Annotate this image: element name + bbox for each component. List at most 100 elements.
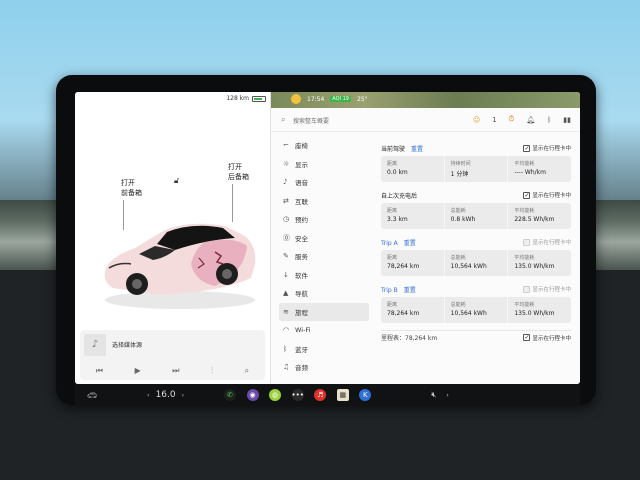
menu-item-4[interactable]: ◷ 预约	[279, 210, 369, 229]
calendar-icon[interactable]: ▦	[336, 389, 349, 401]
menu-item-label: 互联	[295, 197, 308, 206]
wrench-icon: ✎	[283, 252, 289, 261]
stat-cell: 距离 3.3 km	[381, 203, 445, 229]
checkbox-unchecked-icon	[523, 238, 531, 246]
menu-item-9[interactable]: ≋ 旅程	[279, 302, 369, 321]
connect-icon: ⇄	[283, 196, 289, 205]
menu-item-12[interactable]: ♫ 音频	[279, 358, 369, 377]
alarm-icon[interactable]: ⏰︎	[509, 115, 514, 124]
notification-count[interactable]: 1	[492, 116, 496, 124]
open-frunk-button[interactable]: 打开 前备箱	[121, 178, 142, 198]
search-icon: ⌕	[281, 115, 286, 124]
frunk-label-text: 前备箱	[121, 189, 142, 197]
phone-icon[interactable]: ✆	[224, 389, 237, 401]
temperature-text: 25°	[357, 95, 368, 103]
equalizer-icon[interactable]: ⫶	[211, 366, 213, 376]
checkbox-checked-icon: ✓	[523, 334, 531, 341]
app-k-icon[interactable]: K	[359, 389, 372, 401]
profile-avatar[interactable]	[291, 94, 301, 104]
stat-cell: 距离 78,264 km	[381, 250, 445, 276]
settings-panel: 17:54 AQI 19 25° ⌕ ☺ 1 ⏰︎ 🔔︎ ᛒ ▮▮ ⌐ 座椅 ☼ 显示…	[270, 92, 580, 384]
stat-card: 距离 78,264 km 总能耗 10,564 kWh 平均能耗 135.0 Wh/km	[381, 250, 571, 276]
range-text: 128 km	[226, 95, 249, 102]
battery-icon	[252, 95, 266, 102]
music-note-icon: ♪	[84, 334, 106, 356]
car-icon[interactable]: 🚗︎	[87, 391, 97, 400]
section-title: Trip A	[381, 239, 398, 247]
netease-music-icon[interactable]: ♬	[314, 389, 327, 401]
stat-label: 总能耗	[450, 208, 466, 214]
clock-icon: ◷	[283, 215, 290, 224]
menu-item-label: 安全	[295, 234, 308, 243]
stat-value: 10,564 kWh	[450, 263, 487, 270]
stat-label: 平均能耗	[514, 208, 535, 214]
show-in-trip-card-checkbox[interactable]: 显示在行程卡中	[523, 238, 571, 246]
menu-item-label: 座椅	[295, 142, 308, 151]
menu-item-7[interactable]: ↓ 软件	[279, 266, 369, 285]
trip-content: 当前驾驶 重置 ✓ 显示在行程卡中 距离 0.0 km 持续时间 1 分钟 平均能耗 ---- W…	[381, 142, 571, 344]
menu-item-3[interactable]: ⇄ 互联	[279, 192, 369, 211]
stat-cell: 总能耗 0.8 kWh	[445, 203, 509, 229]
toybox-icon[interactable]: ◍	[269, 389, 282, 401]
music-icon: ♫	[283, 363, 290, 372]
stat-value: 3.3 km	[387, 216, 408, 223]
menu-item-label: 软件	[295, 271, 308, 280]
volume-arrow-icon[interactable]: ›	[446, 392, 448, 399]
trunk-action-text: 打开	[228, 163, 242, 171]
menu-item-6[interactable]: ✎ 服务	[279, 247, 369, 266]
menu-item-5[interactable]: ⓪ 安全	[279, 229, 369, 248]
clock-text: 17:54	[307, 95, 325, 103]
reset-button[interactable]: 重置	[404, 287, 416, 294]
menu-item-1[interactable]: ☼ 显示	[279, 155, 369, 174]
next-icon[interactable]: ⏭︎	[172, 366, 179, 376]
menu-item-8[interactable]: ▲ 导航	[279, 284, 369, 303]
odometer-checkbox[interactable]: ✓ 显示在行程卡中	[523, 334, 571, 342]
media-search-icon[interactable]: ⌕	[245, 366, 249, 376]
unlock-icon[interactable]: 🔓︎	[174, 176, 179, 186]
trip-section: 自上次充电后 ✓ 显示在行程卡中 距离 3.3 km 总能耗 0.8 kWh 平均能耗 228.…	[381, 189, 571, 229]
stat-cell: 持续时间 1 分钟	[445, 156, 509, 182]
bell-icon[interactable]: 🔔︎	[526, 116, 535, 124]
menu-item-2[interactable]: ♪ 语音	[279, 173, 369, 192]
play-icon[interactable]: ▶︎	[135, 366, 141, 376]
settings-search-input[interactable]	[293, 115, 413, 127]
trip-section: Trip B 重置 显示在行程卡中 距离 78,264 km 总能耗 10,564 kWh 平…	[381, 283, 571, 323]
more-apps-icon[interactable]: •••	[291, 389, 304, 401]
menu-item-label: 旅程	[295, 308, 308, 317]
temp-down-icon[interactable]: ‹	[147, 392, 149, 399]
volume-mute-icon[interactable]: 🔇︎	[431, 390, 436, 400]
climate-temp[interactable]: 16.0	[156, 390, 176, 400]
menu-item-10[interactable]: ◠ Wi-Fi	[279, 321, 369, 340]
stat-cell: 平均能耗 135.0 Wh/km	[508, 250, 571, 276]
stat-value: 78,264 km	[387, 310, 420, 317]
stat-value: 0.0 km	[387, 169, 408, 176]
show-in-trip-card-checkbox[interactable]: 显示在行程卡中	[523, 285, 571, 293]
stat-label: 持续时间	[450, 161, 471, 167]
stat-value: 1 分钟	[450, 171, 469, 178]
checkbox-label: 显示在行程卡中	[532, 146, 571, 152]
checkbox-label: 显示在行程卡中	[532, 193, 571, 199]
previous-icon[interactable]: ⏮︎	[96, 366, 103, 376]
media-source-button[interactable]: 选择媒体源	[112, 340, 142, 349]
menu-item-label: 蓝牙	[295, 345, 308, 354]
frunk-action-text: 打开	[121, 179, 135, 187]
reset-button[interactable]: 重置	[404, 240, 416, 247]
open-trunk-button[interactable]: 打开 后备箱	[228, 162, 249, 182]
temp-up-icon[interactable]: ›	[182, 392, 184, 399]
bluetooth-icon: ᛒ	[283, 344, 288, 353]
aqi-badge: AQI 19	[330, 96, 351, 102]
show-in-trip-card-checkbox[interactable]: ✓ 显示在行程卡中	[523, 144, 571, 152]
driver-profile-icon[interactable]: ☺	[473, 116, 480, 124]
stat-value: 135.0 Wh/km	[514, 263, 555, 270]
show-in-trip-card-checkbox[interactable]: ✓ 显示在行程卡中	[523, 191, 571, 199]
checkbox-checked-icon: ✓	[523, 144, 531, 152]
stat-cell: 距离 78,264 km	[381, 297, 445, 323]
car-illustration	[104, 223, 256, 309]
menu-item-0[interactable]: ⌐ 座椅	[279, 136, 369, 155]
reset-button[interactable]: 重置	[411, 146, 423, 153]
menu-item-11[interactable]: ᛒ 蓝牙	[279, 340, 369, 359]
checkbox-label: 显示在行程卡中	[532, 240, 571, 246]
stat-label: 平均能耗	[514, 302, 535, 308]
camera-icon[interactable]: ◉	[246, 389, 259, 401]
section-title: 当前驾驶	[381, 145, 406, 153]
